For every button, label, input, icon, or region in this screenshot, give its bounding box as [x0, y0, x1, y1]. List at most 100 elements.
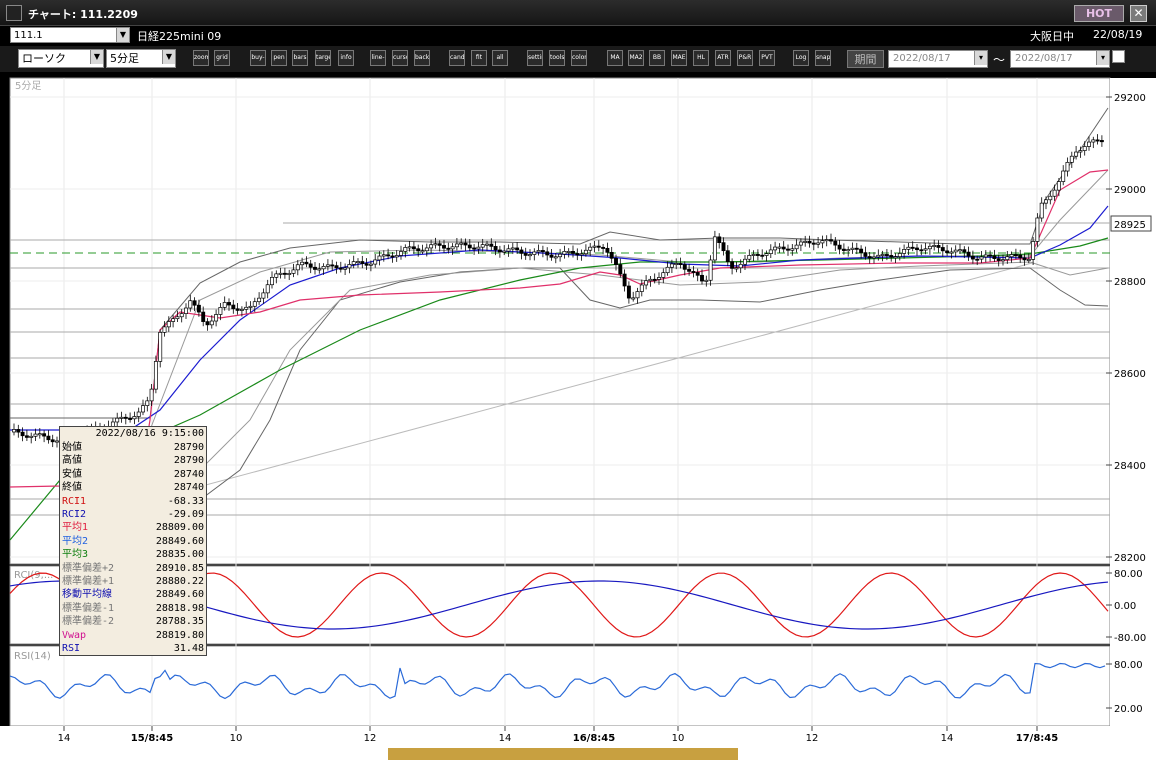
candle-body: [639, 284, 644, 292]
candle-body: [958, 249, 962, 252]
candle-body: [351, 261, 356, 265]
candle-body: [945, 250, 950, 254]
candle-body: [717, 236, 722, 243]
candle-body: [824, 239, 829, 242]
toolbar-settings-icon[interactable]: settings: [527, 50, 543, 66]
candle-body: [184, 307, 188, 314]
info-value: 28818.98: [155, 602, 204, 614]
info-value: 28740: [173, 468, 204, 480]
candle-body: [497, 249, 502, 253]
toolbar-p-r-icon[interactable]: P&R: [737, 50, 753, 66]
candle-body: [1069, 155, 1074, 163]
calendar-icon[interactable]: ▾: [1096, 51, 1109, 65]
chart-area[interactable]: 5分足 RCI(9,... RSI(14) 29200 29000 28800 28600 2…: [0, 74, 1156, 760]
candle-body: [725, 250, 730, 262]
candle-body: [850, 247, 855, 250]
info-row: 標準偏差+2 28910.85: [60, 562, 206, 575]
candle-body: [515, 247, 520, 251]
toolbar-ma2-icon[interactable]: MA2: [628, 50, 644, 66]
toolbar-fit-icon[interactable]: fit: [471, 50, 487, 66]
rci-tick-label: 0.00: [1114, 601, 1136, 612]
candle-body: [381, 254, 386, 257]
toolbar-candle-icon[interactable]: candle: [449, 50, 465, 66]
toolbar-pvt-icon[interactable]: PVT: [759, 50, 775, 66]
info-row: 平均2 28849.60: [60, 535, 206, 548]
candle-body: [1035, 217, 1040, 242]
candle-body: [141, 405, 145, 413]
info-label: 終値: [62, 482, 82, 494]
timeframe-select[interactable]: 5分足 ▼: [106, 49, 176, 68]
candle-body: [786, 248, 790, 251]
close-icon[interactable]: ✕: [1130, 5, 1147, 22]
chevron-down-icon[interactable]: ▼: [116, 28, 129, 42]
candle-body: [463, 242, 468, 246]
candle-body: [790, 248, 795, 251]
toolbar-color-icon[interactable]: color: [571, 50, 587, 66]
symbol-select[interactable]: 111.1 ▼: [10, 27, 130, 43]
date-from-field[interactable]: 2022/08/17 ▾: [888, 50, 988, 68]
price-tick-label: 29200: [1114, 93, 1146, 104]
candle-body: [476, 246, 481, 250]
info-value: 28790: [173, 455, 204, 467]
info-label: 始値: [62, 442, 82, 453]
info-row: RCI2 -29.09: [60, 508, 206, 521]
chart-type-select[interactable]: ローソク ▼: [18, 49, 104, 68]
chevron-down-icon[interactable]: ▼: [162, 50, 175, 64]
toolbar-grid-icon[interactable]: grid: [214, 50, 230, 66]
candle-body: [33, 433, 38, 437]
toolbar-buy-sell-icon[interactable]: buy-sell: [250, 50, 266, 66]
candle-body: [562, 251, 567, 255]
scroll-thumb[interactable]: [388, 748, 738, 760]
toolbar-snapshot-icon[interactable]: snapshot: [815, 50, 831, 66]
toolbar-info-icon[interactable]: info: [338, 50, 354, 66]
toolbar-tools-icon[interactable]: tools: [549, 50, 565, 66]
chevron-down-icon[interactable]: ▼: [90, 50, 103, 64]
toolbar-all-icon[interactable]: all: [492, 50, 508, 66]
rci-tick-label: -80.00: [1114, 633, 1146, 644]
toolbar-mae-icon[interactable]: MAE: [671, 50, 687, 66]
toolbar: ローソク ▼ 5分足 ▼ zoom grid buy-sell penbars target…: [0, 46, 1156, 72]
time-tick-label: 14: [58, 733, 71, 744]
hot-button[interactable]: HOT: [1074, 5, 1124, 22]
candle-body: [592, 245, 597, 248]
toolbar-bb-icon[interactable]: BB: [649, 50, 665, 66]
candle-body: [231, 304, 236, 310]
toolbar-zoom-icon[interactable]: zoom: [193, 50, 209, 66]
options-checkbox[interactable]: [1112, 50, 1125, 63]
candle-body: [884, 254, 889, 256]
title-bar[interactable]: チャート: 111.2209 HOT ✕: [0, 0, 1156, 26]
candle-body: [867, 256, 872, 259]
date-to-field[interactable]: 2022/08/17 ▾: [1010, 50, 1110, 68]
toolbar-hl-icon[interactable]: HL: [693, 50, 709, 66]
info-label: 移動平均線: [62, 589, 112, 601]
candle-body: [1031, 241, 1036, 260]
toolbar-cursor-icon[interactable]: cursor: [392, 50, 408, 66]
chart-type-value: ローソク: [22, 52, 66, 65]
time-tick-label: 15/8:45: [131, 733, 173, 744]
period-button[interactable]: 期間: [847, 50, 884, 68]
candle-body: [386, 254, 391, 257]
toolbar-line-draw-icon[interactable]: line-draw: [370, 50, 386, 66]
info-row: RCI1 -68.33: [60, 495, 206, 508]
toolbar-ma-icon[interactable]: MA: [607, 50, 623, 66]
toolbar-bars-icon[interactable]: bars: [292, 50, 308, 66]
candle-body: [915, 247, 919, 251]
candle-body: [1001, 259, 1005, 262]
info-label: 平均1: [62, 522, 89, 534]
candle-body: [136, 411, 141, 417]
toolbar-target-icon[interactable]: target: [315, 50, 331, 66]
info-label: 平均2: [62, 535, 89, 547]
toolbar-back-icon[interactable]: back: [414, 50, 430, 66]
date-from-value: 2022/08/17: [893, 53, 951, 64]
calendar-icon[interactable]: ▾: [974, 51, 987, 65]
candle-body: [837, 244, 842, 250]
candle-body: [872, 256, 876, 259]
candle-body: [708, 259, 713, 281]
toolbar-log-icon[interactable]: Log: [793, 50, 809, 66]
candle-body: [652, 278, 657, 281]
info-label: RCI2: [62, 509, 87, 520]
candle-body: [510, 247, 515, 250]
toolbar-pen-icon[interactable]: pen: [271, 50, 287, 66]
candle-body: [949, 251, 954, 254]
toolbar-atr-icon[interactable]: ATR: [715, 50, 731, 66]
